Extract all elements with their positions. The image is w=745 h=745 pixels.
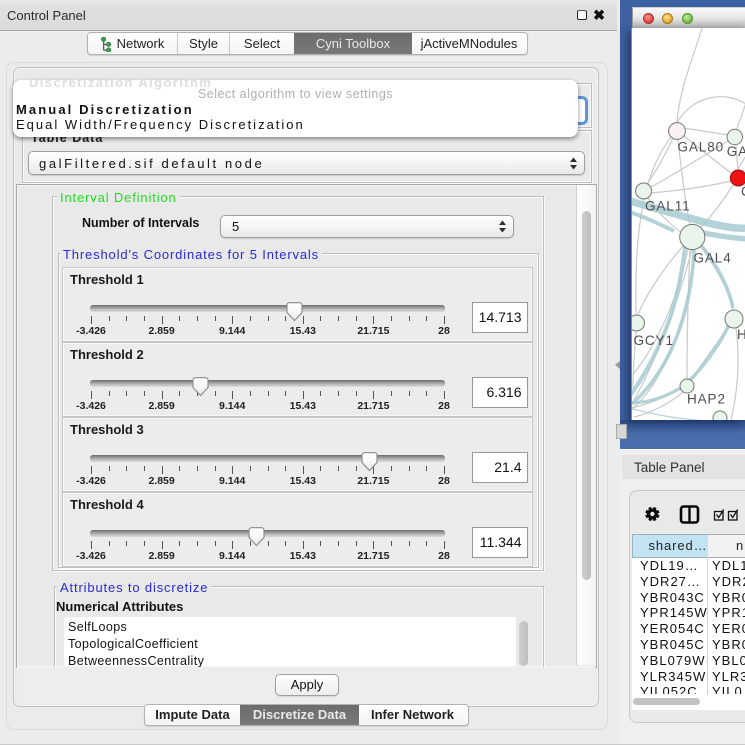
svg-text:GCY1: GCY1	[634, 333, 674, 348]
svg-text:GAL11: GAL11	[645, 199, 691, 214]
svg-text:C: C	[741, 184, 745, 199]
svg-text:GAL80: GAL80	[678, 140, 725, 155]
svg-text:HAP2: HAP2	[687, 392, 726, 407]
svg-text:H: H	[737, 327, 745, 342]
svg-text:GA: GA	[727, 144, 745, 159]
svg-text:GAL4: GAL4	[694, 251, 732, 266]
